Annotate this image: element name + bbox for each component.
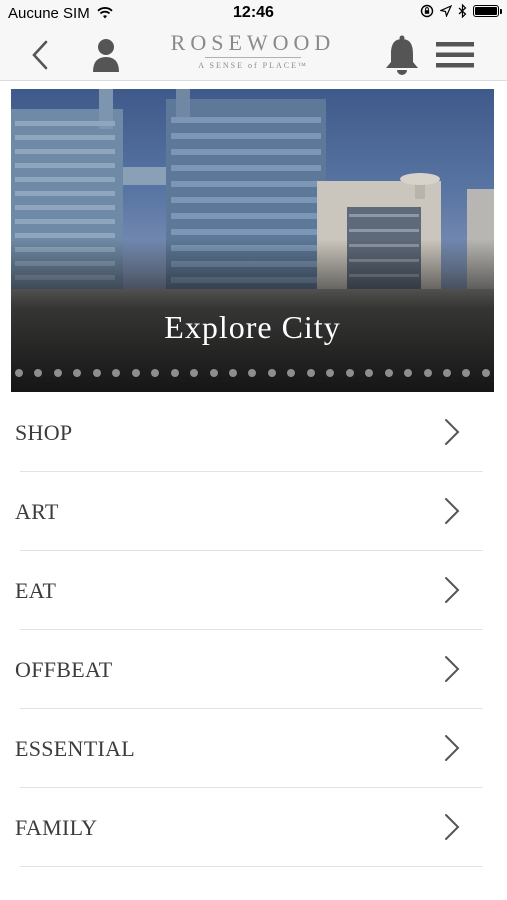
hero-dot — [228, 369, 237, 377]
nav-bar: ROSEWOOD A SENSE of PLACE™ — [0, 28, 507, 81]
battery-icon — [473, 5, 502, 17]
main-menu-button[interactable] — [435, 40, 475, 70]
orientation-lock-icon — [420, 4, 434, 18]
status-bar: Aucune SIM 12:46 — [0, 0, 507, 28]
brand-divider — [205, 57, 301, 58]
hero-dot — [384, 369, 393, 377]
chevron-right-icon — [445, 656, 460, 682]
brand-name: ROSEWOOD — [170, 30, 336, 55]
chevron-right-icon — [445, 735, 460, 761]
hamburger-menu-icon — [436, 42, 474, 68]
hero-dot — [442, 369, 451, 377]
profile-button[interactable] — [88, 36, 124, 74]
hero-dot — [287, 369, 296, 377]
hero-dot — [131, 369, 140, 377]
hero-dot — [170, 369, 179, 377]
category-item-family[interactable]: FAMILY — [0, 788, 507, 867]
chevron-right-icon — [445, 498, 460, 524]
hero-dot — [34, 369, 43, 377]
hero-dot — [73, 369, 82, 377]
user-icon — [93, 39, 119, 72]
category-label: ART — [15, 499, 59, 524]
hero-dots-strip — [15, 369, 490, 379]
brand-tagline: A SENSE of PLACE™ — [198, 61, 308, 70]
category-label: SHOP — [15, 420, 73, 445]
hero-dot — [151, 369, 160, 377]
hero-dot — [345, 369, 354, 377]
category-item-eat[interactable]: EAT — [0, 551, 507, 630]
hero-dot — [112, 369, 121, 377]
battery-fill — [475, 7, 497, 15]
category-item-essential[interactable]: ESSENTIAL — [0, 709, 507, 788]
category-label: OFFBEAT — [15, 657, 113, 682]
category-list: SHOP ART EAT OFFBEAT ESSENTIAL FAMILY — [0, 393, 507, 867]
category-label: EAT — [15, 578, 57, 603]
category-label: ESSENTIAL — [15, 736, 136, 761]
hero-dot — [365, 369, 374, 377]
hero-dot — [15, 369, 23, 377]
category-item-shop[interactable]: SHOP — [0, 393, 507, 472]
hero-dot — [481, 369, 490, 377]
brand-logo: ROSEWOOD A SENSE of PLACE™ — [150, 30, 356, 71]
category-item-offbeat[interactable]: OFFBEAT — [0, 630, 507, 709]
location-icon — [440, 5, 452, 17]
hero-dot — [326, 369, 335, 377]
category-label: FAMILY — [15, 815, 98, 840]
bluetooth-icon — [458, 4, 467, 18]
hero-dot — [267, 369, 276, 377]
hero-dot — [248, 369, 257, 377]
hero-title: Explore City — [164, 309, 341, 345]
chevron-right-icon — [445, 419, 460, 445]
hero-dot — [190, 369, 199, 377]
bell-icon — [386, 35, 418, 75]
chevron-left-icon — [32, 40, 48, 70]
hero-dot — [92, 369, 101, 377]
chevron-right-icon — [445, 814, 460, 840]
category-item-art[interactable]: ART — [0, 472, 507, 551]
hero-dot — [423, 369, 432, 377]
hero-dot — [53, 369, 62, 377]
chevron-right-icon — [445, 577, 460, 603]
hero-dot — [404, 369, 413, 377]
back-button[interactable] — [26, 38, 56, 72]
hero-dot — [306, 369, 315, 377]
hero-banner[interactable]: Explore City — [11, 89, 494, 392]
list-divider — [20, 866, 483, 867]
hero-dot — [462, 369, 471, 377]
hero-dot — [209, 369, 218, 377]
notifications-button[interactable] — [383, 34, 421, 76]
status-icons — [420, 4, 502, 18]
